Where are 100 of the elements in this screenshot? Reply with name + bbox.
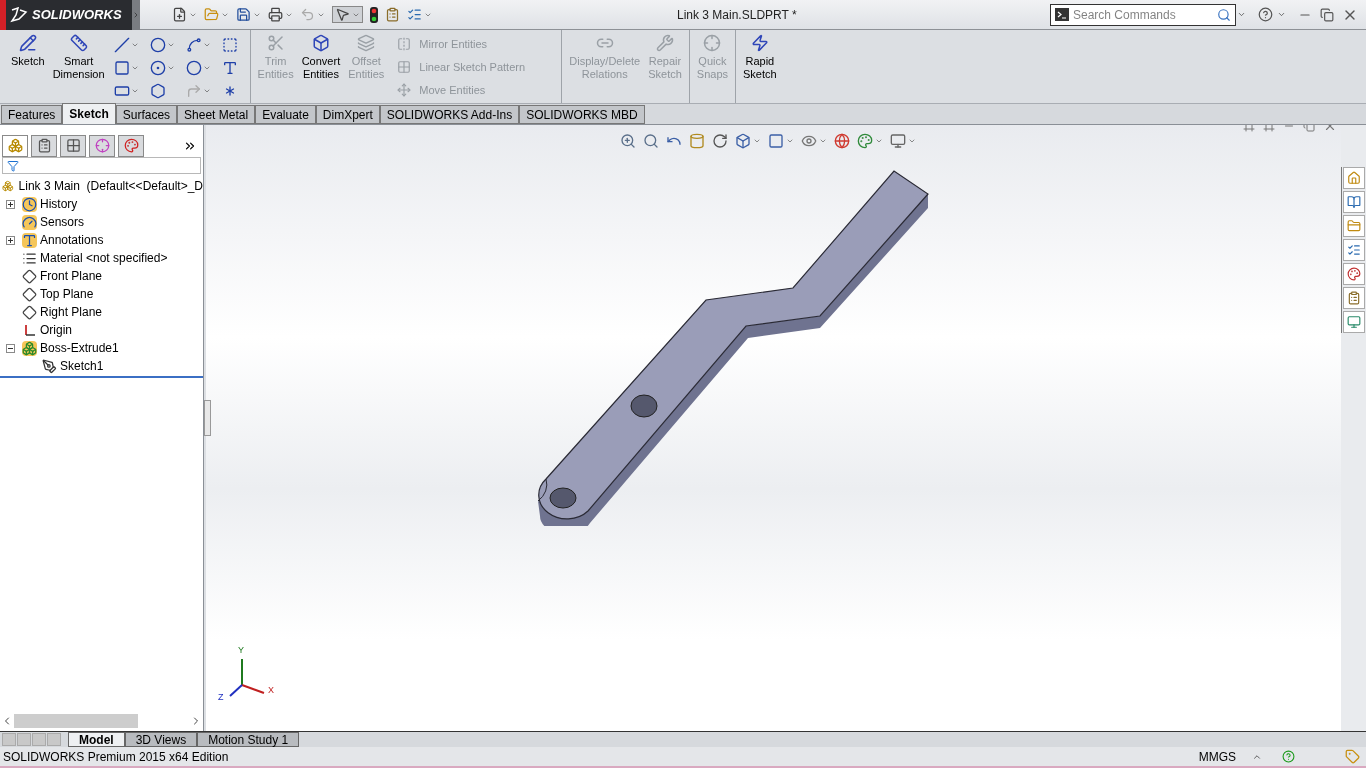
task-pane-button[interactable]	[1343, 167, 1365, 189]
view-tool-button[interactable]	[857, 133, 883, 149]
tree-item[interactable]: Origin	[40, 321, 72, 339]
shaded-box-icon	[768, 133, 784, 149]
tree-item[interactable]: Sketch1	[60, 357, 104, 375]
spline-icon	[185, 37, 202, 53]
command-tab[interactable]: Sheet Metal	[177, 105, 256, 124]
sketch-tool-button[interactable]	[149, 82, 166, 100]
task-pane-button[interactable]	[1343, 263, 1365, 285]
sketch-tool-button[interactable]	[185, 36, 211, 54]
task-pane-button[interactable]	[1343, 215, 1365, 237]
undo-icon	[300, 7, 315, 22]
task-pane-button[interactable]	[1343, 311, 1365, 333]
sketch-tool-button[interactable]	[149, 36, 175, 54]
lightning-icon	[750, 34, 769, 52]
options-icon[interactable]	[385, 7, 400, 22]
ribbon-button[interactable]: Sketch	[8, 34, 48, 68]
tree-root[interactable]: Link 3 Main (Default<<Default>_D	[18, 177, 203, 195]
tree-item[interactable]: Top Plane	[40, 285, 94, 303]
scrollbar-thumb[interactable]	[14, 713, 138, 728]
quick-access-button[interactable]	[236, 7, 261, 22]
collapse-icon[interactable]	[6, 343, 15, 353]
status-text: SOLIDWORKS Premium 2015 x64 Edition	[3, 748, 229, 766]
sketch-tool-button[interactable]	[149, 59, 175, 77]
ribbon-button[interactable]: Convert Entities	[298, 34, 344, 81]
tree-item[interactable]: Annotations	[40, 231, 104, 249]
caret-icon[interactable]	[1237, 10, 1246, 19]
restore-icon[interactable]	[1320, 7, 1334, 22]
sketch-tool-button[interactable]	[185, 59, 211, 77]
tree-item[interactable]: Front Plane	[40, 267, 103, 285]
view-tool-button[interactable]	[620, 133, 636, 149]
sketch-tool-button[interactable]	[221, 59, 238, 77]
splitter-handle[interactable]	[204, 400, 211, 436]
scissors-icon	[266, 34, 285, 52]
tree-item[interactable]: Right Plane	[40, 303, 103, 321]
task-pane-button[interactable]	[1343, 287, 1365, 309]
dashed-rectangle-icon	[221, 37, 238, 53]
tree-item[interactable]: Sensors	[40, 213, 85, 231]
app-logo[interactable]: SOLIDWORKS	[0, 0, 132, 30]
tag-icon[interactable]	[1345, 749, 1360, 764]
view-tool-button[interactable]	[834, 133, 850, 149]
panel-tab[interactable]	[60, 134, 86, 157]
panel-tab[interactable]	[89, 134, 115, 157]
search-bar[interactable]: Search Commands	[1050, 3, 1236, 26]
quick-access-button[interactable]	[172, 7, 197, 22]
command-tab[interactable]: SOLIDWORKS MBD	[519, 105, 645, 124]
units-label[interactable]: MMGS	[1198, 747, 1236, 766]
expand-icon[interactable]	[6, 235, 15, 245]
save-icon	[236, 7, 251, 22]
sketch-tool-button[interactable]	[113, 36, 139, 54]
terminal-icon	[1055, 8, 1069, 21]
filter-field[interactable]	[2, 157, 201, 174]
view-tool-button[interactable]	[890, 133, 916, 149]
view-tab[interactable]: Model	[68, 732, 125, 747]
sketch-tool-button[interactable]	[221, 36, 238, 54]
command-tab[interactable]: DimXpert	[315, 105, 380, 124]
checklist-icon	[1347, 243, 1361, 257]
command-tab[interactable]: Features	[1, 105, 63, 124]
tree-item[interactable]: Material <not specified>	[40, 249, 168, 267]
command-tab[interactable]: Evaluate	[255, 105, 316, 124]
sketch-tool-button[interactable]	[113, 59, 139, 77]
view-tool-button[interactable]	[801, 133, 827, 149]
command-tab[interactable]: Surfaces	[115, 105, 178, 124]
folder-icon	[1347, 219, 1361, 233]
slot-icon	[113, 83, 130, 99]
tree-item[interactable]: History	[40, 195, 78, 213]
list-options-button[interactable]	[407, 7, 432, 22]
command-tab[interactable]: Sketch	[62, 103, 116, 124]
view-tool-button[interactable]	[735, 133, 761, 149]
axis-label: Y	[238, 645, 244, 655]
panel-tab[interactable]	[2, 134, 28, 157]
annotation-folder-icon	[21, 232, 37, 248]
rotate-icon	[712, 133, 728, 149]
tree-item[interactable]: Boss-Extrude1	[40, 339, 119, 357]
parts-icon	[7, 138, 23, 153]
view-tab[interactable]: 3D Views	[124, 732, 198, 747]
help-icon[interactable]	[1258, 7, 1273, 22]
view-tool-button[interactable]	[768, 133, 794, 149]
cube-icon	[311, 34, 330, 52]
task-pane-button[interactable]	[1343, 239, 1365, 261]
panel-tab[interactable]	[31, 134, 57, 157]
ribbon-button[interactable]: Rapid Sketch	[740, 34, 780, 81]
quick-access-button[interactable]	[332, 6, 363, 23]
command-tab[interactable]: SOLIDWORKS Add-Ins	[379, 105, 520, 124]
caret-icon	[130, 41, 139, 49]
search-field[interactable]: Search Commands	[1073, 5, 1213, 24]
traffic-light-icon[interactable]	[370, 6, 378, 23]
help-icon[interactable]	[1282, 750, 1295, 763]
ribbon-button[interactable]: Smart Dimension	[49, 34, 108, 81]
magnifier-icon	[643, 133, 659, 149]
view-tab[interactable]: Motion Study 1	[197, 732, 300, 747]
caret-icon[interactable]	[1277, 10, 1286, 19]
quick-access-button[interactable]	[268, 7, 293, 22]
part-icon	[2, 178, 14, 194]
expand-icon[interactable]	[6, 199, 15, 209]
view-tool-button[interactable]	[712, 133, 728, 149]
view-tool-button[interactable]	[643, 133, 659, 149]
panel-tab[interactable]	[118, 134, 144, 157]
search-icon	[1217, 7, 1231, 22]
task-pane-button[interactable]	[1343, 191, 1365, 213]
